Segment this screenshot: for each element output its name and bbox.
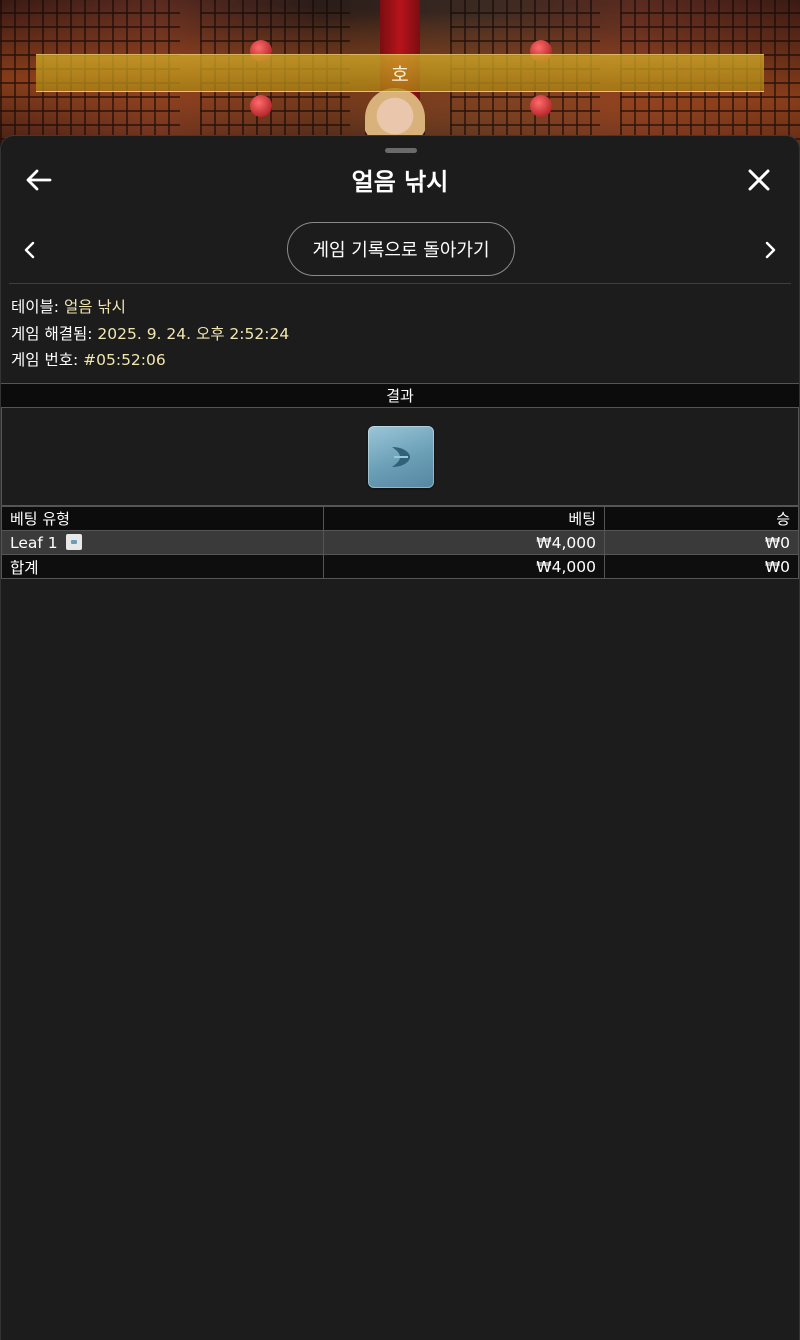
result-banner: 호 xyxy=(36,54,764,92)
chevron-left-icon xyxy=(24,241,35,259)
round-navigation: 게임 기록으로 돌아가기 xyxy=(1,222,799,278)
lantern xyxy=(250,95,272,117)
game-history-sheet: 얼음 낚시 게임 기록으로 돌아가기 테이블: 얼음 낚시 게임 해결됨: 20 xyxy=(0,135,800,1340)
sheet-drag-handle[interactable] xyxy=(385,148,417,153)
close-button[interactable] xyxy=(739,160,779,200)
total-label-cell: 합계 xyxy=(1,554,324,579)
total-bet-cell: ₩4,000 xyxy=(323,554,605,579)
column-header-win: 승 xyxy=(604,506,799,531)
results-body xyxy=(1,408,799,506)
info-resolved-label: 게임 해결됨: xyxy=(11,324,93,343)
result-banner-text: 호 xyxy=(391,63,409,86)
page-title: 얼음 낚시 xyxy=(351,168,449,196)
back-to-history-button[interactable]: 게임 기록으로 돌아가기 xyxy=(287,222,515,276)
bet-amount-cell: ₩4,000 xyxy=(323,530,605,555)
results-header: 결과 xyxy=(1,383,799,408)
column-header-bet: 베팅 xyxy=(323,506,605,531)
table-row: Leaf 1 ₩4,000 ₩0 xyxy=(1,530,799,555)
leaf-symbol-icon xyxy=(392,447,410,467)
divider xyxy=(9,283,791,284)
bet-type-text: Leaf 1 xyxy=(10,533,58,552)
info-game-number-value: #05:52:06 xyxy=(83,351,166,369)
game-info: 테이블: 얼음 낚시 게임 해결됨: 2025. 9. 24. 오후 2:52:… xyxy=(11,294,289,374)
results-section: 결과 베팅 유형 베팅 승 Leaf 1 ₩4,000 ₩0 합계 ₩4,000… xyxy=(1,383,799,579)
info-game-number-label: 게임 번호: xyxy=(11,351,79,369)
info-table-label: 테이블: xyxy=(11,298,60,316)
next-round-button[interactable] xyxy=(757,236,785,264)
info-resolved-line: 게임 해결됨: 2025. 9. 24. 오후 2:52:24 xyxy=(11,321,289,348)
lantern xyxy=(530,95,552,117)
previous-round-button[interactable] xyxy=(15,236,43,264)
bet-type-cell: Leaf 1 xyxy=(1,530,324,555)
chevron-right-icon xyxy=(765,241,776,259)
info-resolved-value: 2025. 9. 24. 오후 2:52:24 xyxy=(97,324,290,343)
total-row: 합계 ₩4,000 ₩0 xyxy=(1,554,799,579)
info-table-line: 테이블: 얼음 낚시 xyxy=(11,294,289,321)
close-icon xyxy=(748,169,770,191)
column-header-bet-type: 베팅 유형 xyxy=(1,506,324,531)
bets-header-row: 베팅 유형 베팅 승 xyxy=(1,506,799,531)
bets-table: 베팅 유형 베팅 승 Leaf 1 ₩4,000 ₩0 합계 ₩4,000 ₩0 xyxy=(1,506,799,579)
leaf-chip-icon xyxy=(65,533,82,550)
info-table-value: 얼음 낚시 xyxy=(63,298,126,316)
win-amount-cell: ₩0 xyxy=(604,530,799,555)
sheet-header: 얼음 낚시 xyxy=(1,156,799,204)
leaf-tile-icon xyxy=(368,426,434,488)
total-win-cell: ₩0 xyxy=(604,554,799,579)
info-game-number-line: 게임 번호: #05:52:06 xyxy=(11,347,289,374)
